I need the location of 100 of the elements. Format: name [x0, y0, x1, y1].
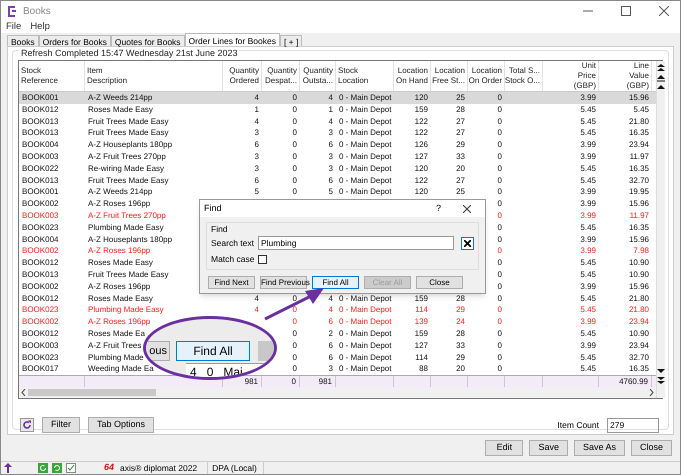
page-up-icon[interactable] — [657, 74, 665, 82]
table-cell: 5.45 — [633, 104, 649, 116]
maximize-icon[interactable] — [621, 6, 631, 16]
table-cell: 0 - Main Depot — [339, 352, 392, 364]
table-cell: BOOK013 — [22, 127, 58, 140]
scroll-right-icon[interactable] — [649, 389, 654, 396]
table-cell: 0 — [292, 363, 297, 376]
table-cell: 0 — [498, 316, 502, 328]
refresh-button[interactable] — [20, 418, 34, 432]
table-cell: 0 — [498, 257, 502, 270]
table-cell: 0 - Main Depot — [339, 340, 392, 352]
table-cell: BOOK023 — [22, 304, 58, 316]
dialog-button[interactable]: Find Previous — [260, 276, 307, 289]
footer-button[interactable]: Save — [529, 440, 568, 456]
table-cell: Plumbing Made Easy — [88, 304, 164, 316]
search-label: Search text — [211, 236, 254, 250]
match-case-checkbox[interactable] — [258, 254, 268, 264]
table-cell: 0 — [292, 150, 297, 163]
table-cell: 19.95 — [628, 186, 649, 198]
table-cell: BOOK023 — [22, 352, 58, 364]
scrollbar-thumb[interactable] — [28, 389, 156, 396]
table-cell: 6 — [328, 174, 333, 187]
column-header[interactable]: Quantity Ordered — [229, 66, 259, 86]
close-icon[interactable] — [463, 204, 471, 212]
table-cell: 3.99 — [580, 92, 596, 104]
column-header[interactable]: Location Free St... — [432, 66, 465, 86]
table-cell: 122 — [414, 127, 428, 140]
sync-icon[interactable] — [52, 463, 62, 473]
footer-button[interactable]: Save As — [574, 440, 625, 456]
checklist-icon[interactable] — [66, 463, 76, 473]
close-icon[interactable] — [659, 6, 669, 16]
dialog-button[interactable]: Find Next — [208, 276, 255, 289]
column-header[interactable]: Line Value (GBP) — [626, 61, 649, 91]
table-cell: 5.45 — [580, 162, 596, 175]
column-header[interactable]: Total S... Stock O... — [504, 66, 540, 86]
scroll-down-icon[interactable] — [657, 368, 665, 374]
help-button[interactable]: ? — [436, 202, 441, 216]
table-cell: 33 — [456, 340, 465, 352]
menu-item[interactable]: Help — [30, 20, 50, 34]
column-header[interactable]: Stock Reference — [21, 66, 58, 86]
table-cell: 4 — [254, 92, 259, 104]
table-cell: Fruit Trees Made Easy — [88, 268, 168, 281]
refresh-icon[interactable] — [38, 463, 48, 473]
scroll-up-icon[interactable] — [657, 84, 665, 90]
panel-button[interactable]: Filter — [42, 417, 80, 434]
tab[interactable]: [ + ] — [280, 35, 302, 46]
table-cell: 0 — [498, 280, 502, 293]
footer-button[interactable]: Edit — [485, 440, 524, 456]
table-cell: 0 - Main Depot — [339, 92, 392, 104]
up-arrow-icon[interactable] — [4, 463, 12, 473]
table-cell: 0 — [292, 340, 297, 352]
table-cell: 24 — [456, 316, 465, 328]
table-cell: 0 — [498, 210, 502, 222]
column-header[interactable]: Location On Hand — [396, 66, 428, 86]
table-row[interactable]: BOOK001 A-Z Weeds 214pp 4 0 4 0 - Main Depot 120 25 0 3.99 15.96 — [19, 92, 656, 104]
table-cell: 0 — [292, 162, 297, 175]
table-cell: 29 — [456, 352, 465, 364]
column-header[interactable]: Item Description — [87, 66, 128, 86]
table-cell: 15.96 — [628, 234, 649, 246]
scroll-left-icon[interactable] — [21, 389, 26, 396]
vertical-scrollbar[interactable] — [656, 61, 665, 398]
table-cell: 0 — [292, 186, 297, 198]
table-cell: 0 — [498, 116, 502, 128]
table-cell: 21.80 — [628, 292, 649, 305]
table-cell: 0 — [498, 104, 502, 116]
clear-search-button[interactable] — [461, 236, 474, 250]
table-cell: 0 — [292, 328, 297, 340]
tab[interactable]: Order Lines for Bookes — [184, 33, 280, 46]
table-cell: 0 — [498, 363, 502, 376]
column-header[interactable]: Quantity Despat... — [264, 66, 297, 86]
table-cell: 5.45 — [580, 127, 596, 140]
scroll-bottom-icon[interactable] — [657, 376, 665, 384]
group-label: Find — [211, 224, 229, 234]
dialog-button[interactable]: Close — [416, 276, 463, 289]
item-count-field[interactable]: 279 — [607, 418, 659, 433]
panel-button[interactable]: Tab Options — [88, 417, 154, 434]
table-cell: 5.45 — [580, 174, 596, 187]
table-cell: BOOK022 — [22, 162, 58, 175]
footer-button[interactable]: Close — [630, 440, 672, 456]
table-cell: 0 - Main Depot — [339, 316, 392, 328]
table-cell: 5.45 — [580, 352, 596, 364]
table-cell: Plumbing Made — [88, 352, 144, 364]
table-cell: Roses Made Easy — [88, 257, 153, 270]
app-logo-icon — [6, 4, 17, 18]
tab[interactable]: Quotes for Books — [110, 35, 185, 46]
scroll-top-icon[interactable] — [657, 64, 665, 72]
search-field[interactable]: Plumbing — [258, 236, 454, 250]
table-cell: 0 — [292, 92, 297, 104]
menu-item[interactable]: File — [6, 20, 22, 34]
tab[interactable]: Books — [7, 35, 39, 46]
column-header[interactable]: Quantity Outsta... — [302, 66, 333, 86]
dialog-button[interactable]: Find All — [312, 276, 359, 289]
clear-icon — [464, 240, 471, 246]
column-header[interactable]: Stock Location — [338, 66, 368, 86]
tab[interactable]: Orders for Books — [38, 35, 111, 46]
column-header[interactable]: Unit Price (GBP) — [574, 61, 596, 91]
horizontal-scrollbar[interactable] — [19, 387, 656, 398]
column-header[interactable]: Location On Order — [468, 66, 502, 86]
table-cell: 127 — [414, 150, 428, 163]
table-cell: Roses Made Easy — [88, 292, 153, 305]
